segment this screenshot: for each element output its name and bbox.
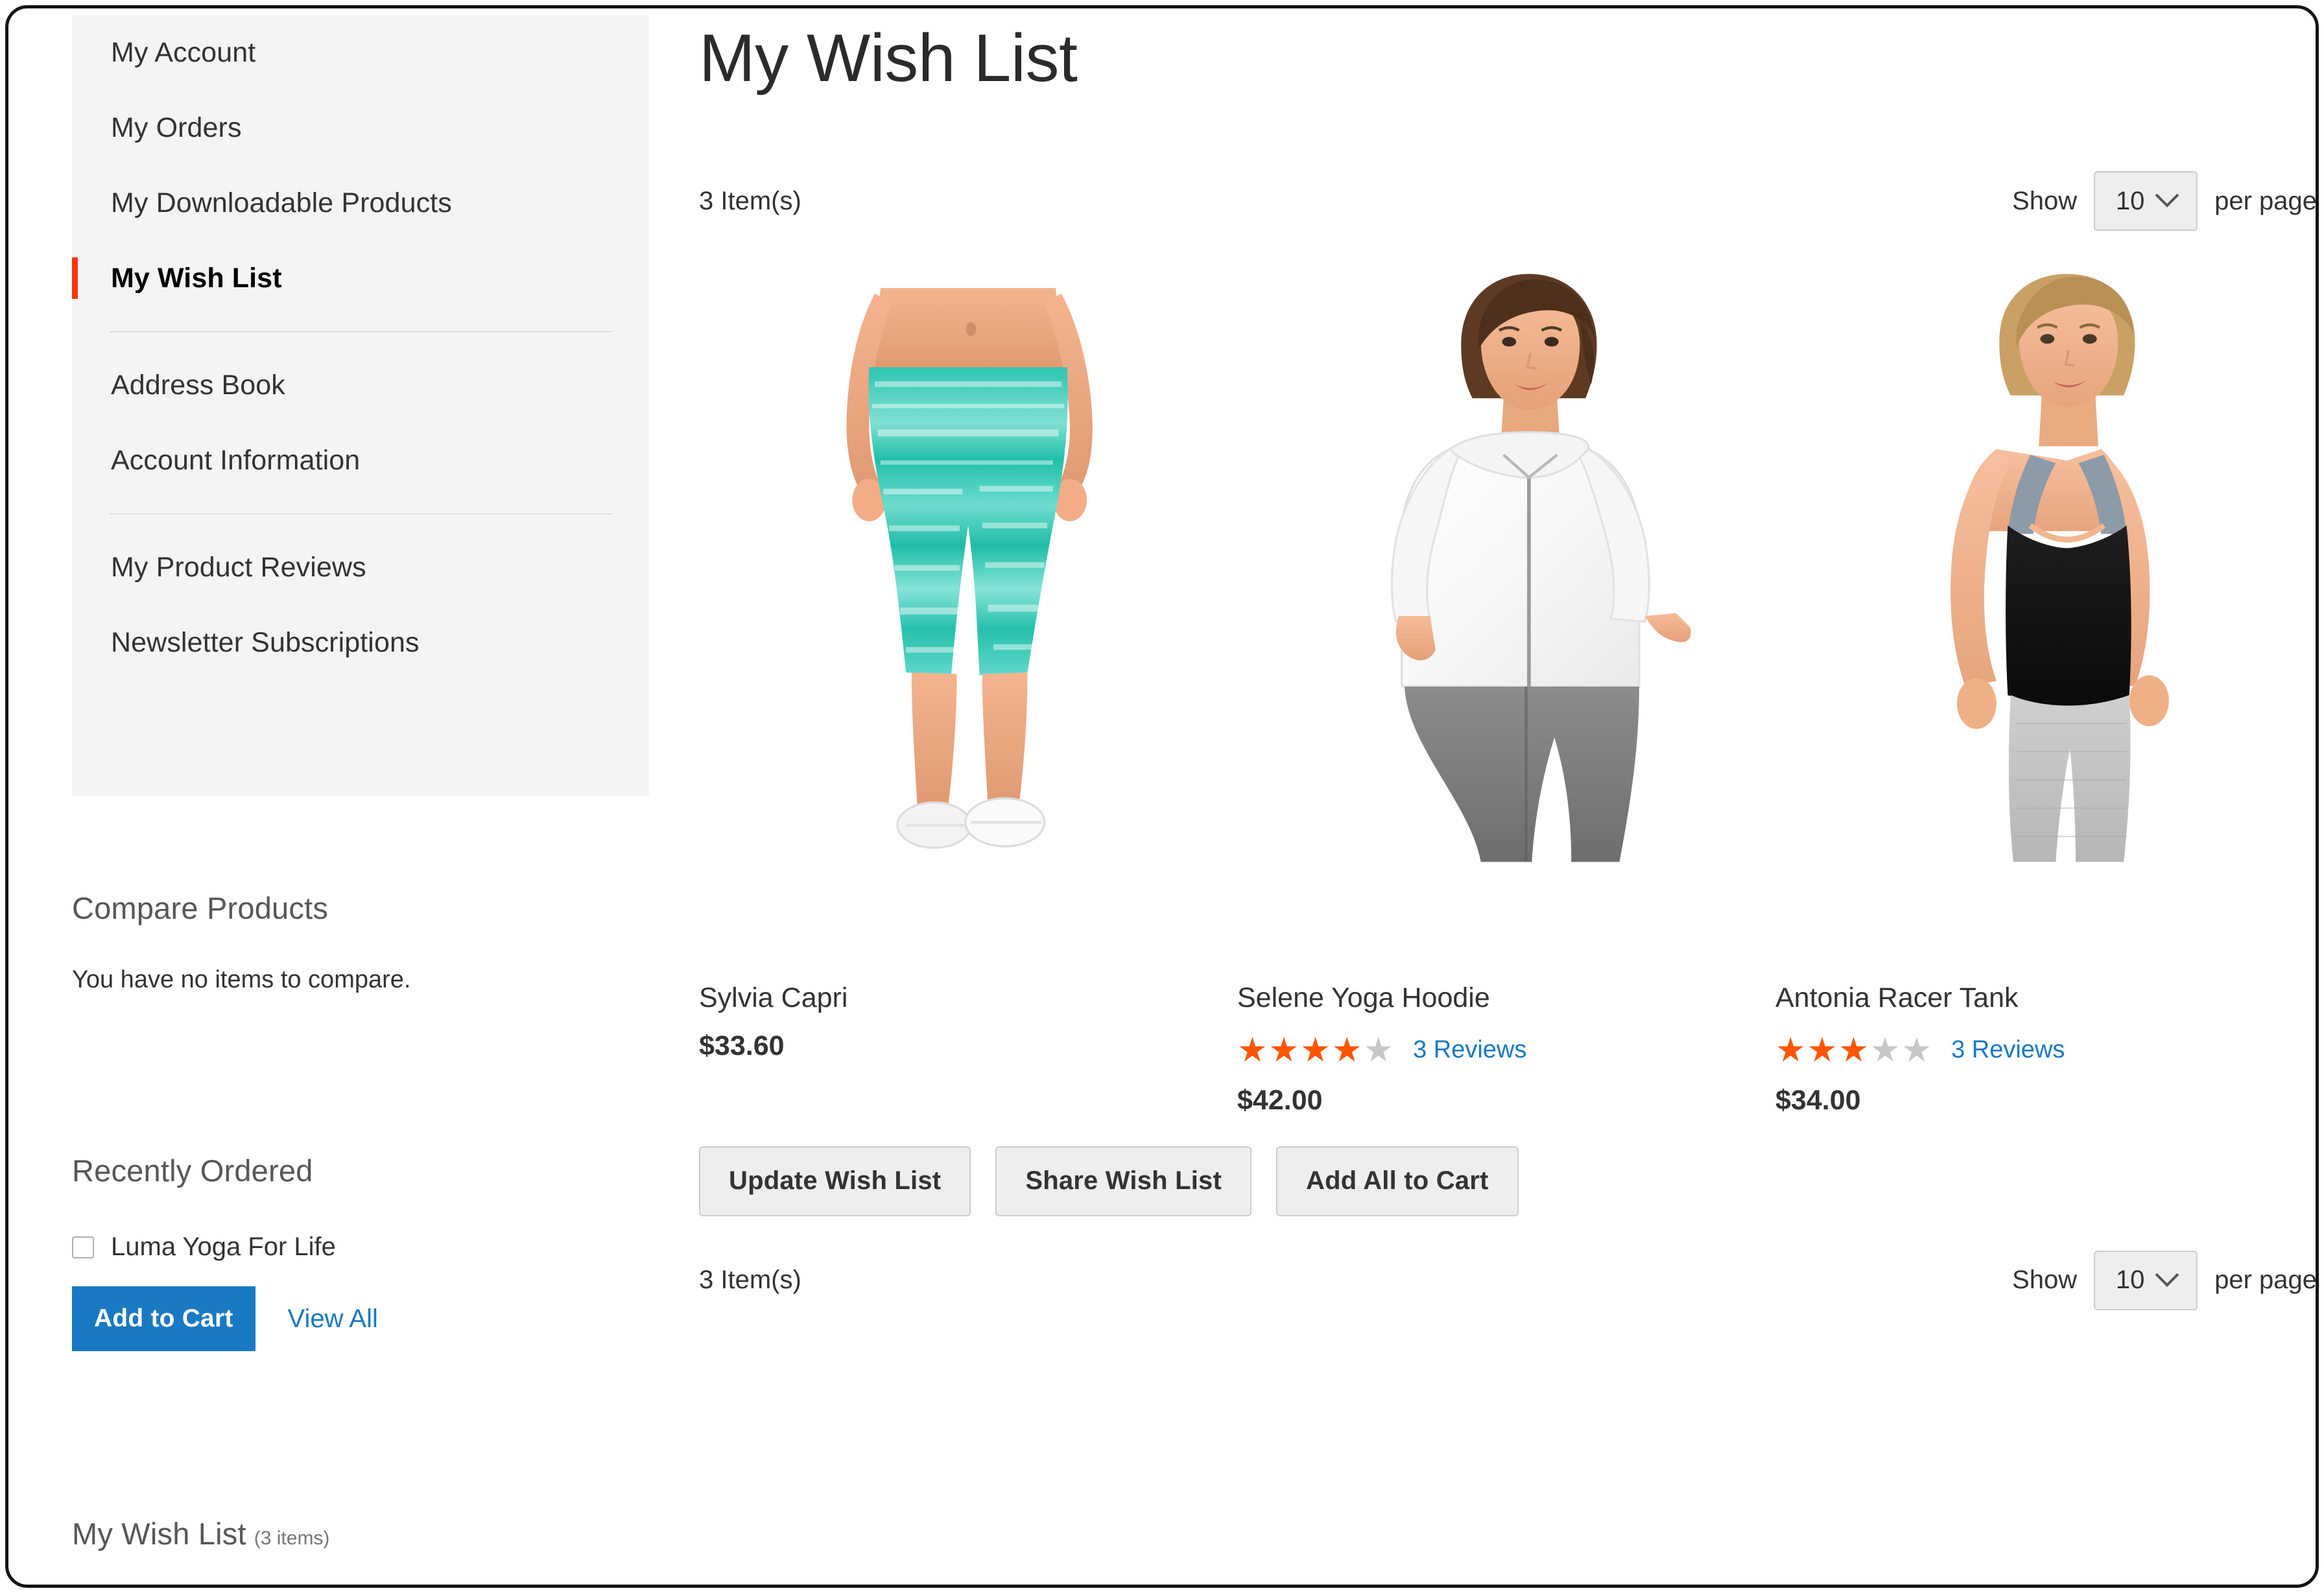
sidebar-item-label: My Orders [111, 112, 242, 143]
recently-ordered-checkbox[interactable] [72, 1236, 94, 1258]
current-item-marker [72, 257, 78, 299]
show-label-bottom: Show [2012, 1266, 2078, 1295]
per-page-limiter-bottom: Show 10 per page [2012, 1250, 2317, 1310]
wishlist-product-grid: Sylvia Capri $33.60 Selene Yoga Hoodie ★… [699, 263, 2316, 1116]
per-page-label-top: per page [2214, 186, 2317, 215]
wishlist-widget-count: (3 items) [254, 1528, 330, 1549]
toolbar-top: 3 Item(s) Show 10 per page [699, 165, 2317, 237]
sidebar-item-label: My Product Reviews [111, 551, 366, 583]
chevron-down-icon [2155, 1262, 2179, 1287]
item-count-bottom: 3 Item(s) [699, 1266, 801, 1295]
sidebar-item-label: Address Book [111, 369, 285, 401]
per-page-limiter-top: Show 10 per page [2012, 171, 2317, 231]
sidebar-item-address-book[interactable]: Address Book [72, 348, 649, 423]
sidebar-item-label: Account Information [111, 444, 361, 476]
sidebar-item-account-information[interactable]: Account Information [72, 423, 649, 498]
recently-ordered-item: Luma Yoga For Life [72, 1233, 649, 1262]
browser-page-frame: My Account My Orders My Downloadable Pro… [5, 5, 2319, 1588]
sidebar-item-my-account[interactable]: My Account [72, 15, 649, 90]
product-image-antonia-racer-tank[interactable] [1775, 263, 2314, 969]
wishlist-widget-block: My Wish List (3 items) [72, 1516, 649, 1552]
per-page-value-top: 10 [2115, 186, 2145, 215]
recently-ordered-actions: Add to Cart View All [72, 1286, 649, 1351]
compare-products-empty-text: You have no items to compare. [72, 966, 411, 993]
sidebar: My Account My Orders My Downloadable Pro… [8, 8, 657, 1585]
per-page-select-bottom[interactable]: 10 [2094, 1250, 2198, 1310]
share-wish-list-button[interactable]: Share Wish List [995, 1146, 1252, 1216]
product-rating-row: ★★★★★ ★★★★★ 3 Reviews [1237, 1033, 1775, 1068]
account-navigation: My Account My Orders My Downloadable Pro… [72, 15, 649, 796]
wishlist-actions-toolbar: Update Wish List Share Wish List Add All… [699, 1146, 2316, 1216]
recently-ordered-block: Recently Ordered Luma Yoga For Life Add … [72, 1153, 649, 1351]
product-price: $42.00 [1237, 1084, 1323, 1116]
wishlist-item: Selene Yoga Hoodie ★★★★★ ★★★★★ 3 Reviews… [1237, 263, 1775, 1116]
per-page-select-top[interactable]: 10 [2094, 171, 2198, 231]
sidebar-item-label: My Account [111, 36, 256, 68]
product-rating-row: ★★★★★ ★★★★★ 3 Reviews [1775, 1033, 2314, 1068]
rating-stars-filled: ★★★★★ [1237, 1032, 1364, 1068]
wishlist-widget-title: My Wish List [72, 1516, 246, 1551]
sidebar-item-my-orders[interactable]: My Orders [72, 90, 649, 165]
per-page-label-bottom: per page [2214, 1266, 2317, 1295]
product-image-selene-yoga-hoodie[interactable] [1237, 263, 1775, 969]
reviews-link[interactable]: 3 Reviews [1951, 1036, 2065, 1064]
view-all-link[interactable]: View All [288, 1304, 378, 1334]
show-label-top: Show [2012, 186, 2078, 215]
nav-divider [110, 331, 612, 332]
account-nav-list: My Account My Orders My Downloadable Pro… [72, 15, 649, 680]
product-price: $34.00 [1775, 1084, 1861, 1116]
compare-products-title: Compare Products [72, 891, 329, 925]
add-all-to-cart-button[interactable]: Add All to Cart [1276, 1146, 1519, 1216]
sidebar-item-label: Newsletter Subscriptions [111, 626, 420, 658]
main-content: My Wish List 3 Item(s) Show 10 per page [699, 8, 2317, 1585]
item-count-top: 3 Item(s) [699, 186, 801, 215]
product-name[interactable]: Antonia Racer Tank [1775, 981, 2314, 1016]
rating-stars[interactable]: ★★★★★ ★★★★★ [1237, 1033, 1395, 1068]
product-name[interactable]: Sylvia Capri [699, 981, 1237, 1016]
sidebar-item-my-wish-list[interactable]: My Wish List [72, 241, 649, 316]
reviews-link[interactable]: 3 Reviews [1413, 1036, 1526, 1064]
sidebar-item-my-downloadable-products[interactable]: My Downloadable Products [72, 165, 649, 241]
sidebar-item-my-product-reviews[interactable]: My Product Reviews [72, 530, 649, 605]
add-to-cart-button[interactable]: Add to Cart [72, 1286, 255, 1351]
chevron-down-icon [2155, 183, 2179, 207]
product-price: $33.60 [699, 1030, 785, 1061]
toolbar-bottom: 3 Item(s) Show 10 per page [699, 1245, 2317, 1316]
product-name[interactable]: Selene Yoga Hoodie [1237, 981, 1775, 1016]
compare-products-block: Compare Products You have no items to co… [72, 890, 649, 994]
product-image-sylvia-capri[interactable] [699, 263, 1237, 969]
sidebar-item-label: My Wish List [111, 262, 282, 294]
per-page-value-bottom: 10 [2115, 1266, 2145, 1295]
sidebar-item-newsletter-subscriptions[interactable]: Newsletter Subscriptions [72, 605, 649, 680]
nav-divider [110, 513, 612, 514]
wishlist-item: Sylvia Capri $33.60 [699, 263, 1237, 1116]
sidebar-item-label: My Downloadable Products [111, 187, 452, 218]
rating-stars-filled: ★★★★★ [1775, 1032, 1870, 1068]
page-title: My Wish List [699, 21, 1078, 96]
wishlist-item: Antonia Racer Tank ★★★★★ ★★★★★ 3 Reviews… [1775, 263, 2314, 1116]
recently-ordered-item-label: Luma Yoga For Life [111, 1233, 336, 1261]
recently-ordered-title: Recently Ordered [72, 1153, 313, 1188]
rating-stars[interactable]: ★★★★★ ★★★★★ [1775, 1033, 1933, 1068]
update-wish-list-button[interactable]: Update Wish List [699, 1146, 971, 1216]
